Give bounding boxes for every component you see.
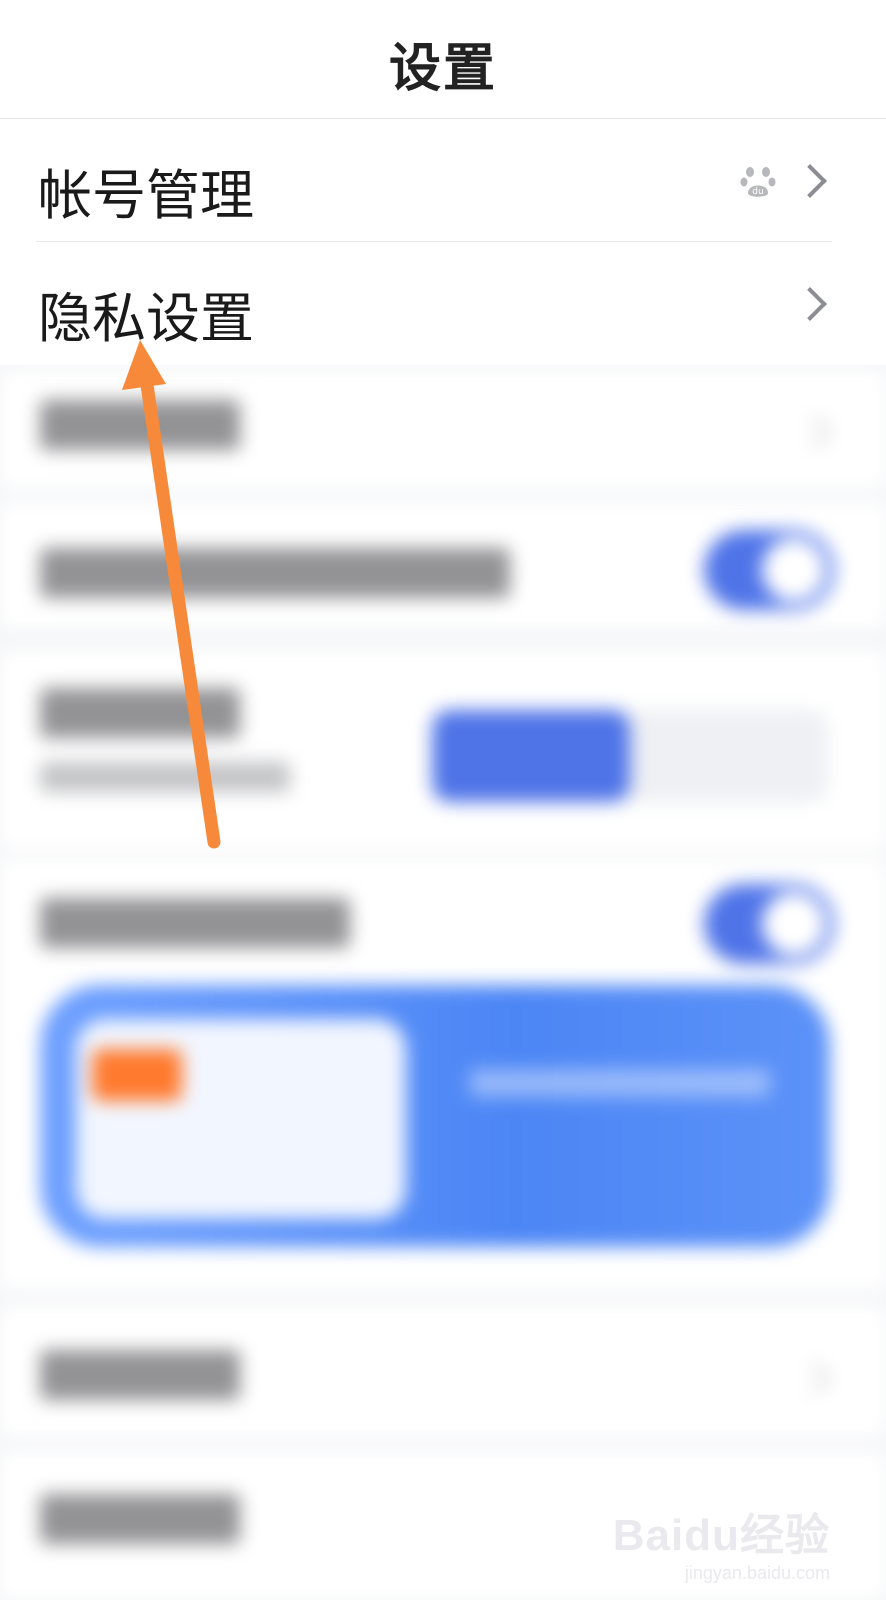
watermark: Baidu经验 jingyan.baidu.com xyxy=(613,1499,830,1584)
watermark-sub: jingyan.baidu.com xyxy=(684,1563,830,1583)
watermark-main: Baidu经验 xyxy=(612,1511,830,1560)
annotation-arrow xyxy=(122,340,221,849)
